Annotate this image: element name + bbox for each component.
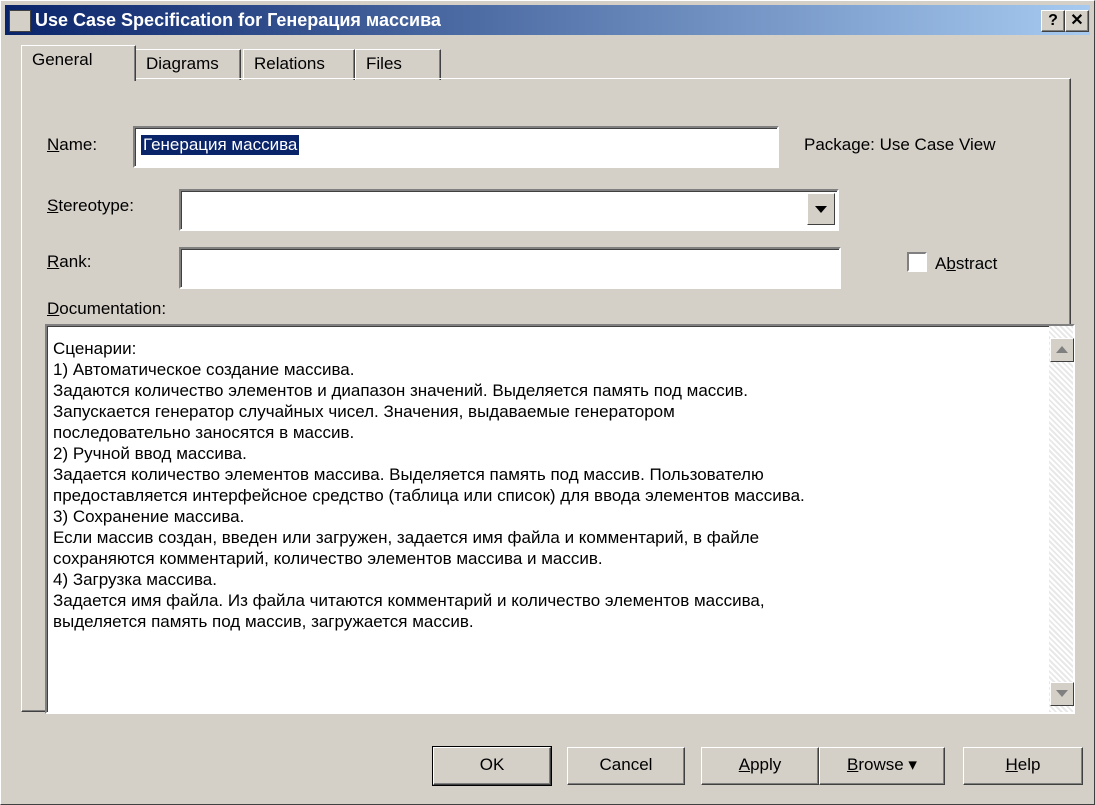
help-title-button[interactable]: ?	[1041, 10, 1065, 32]
name-label: Name:	[47, 135, 98, 154]
documentation-scrollbar[interactable]	[1049, 326, 1074, 712]
abstract-label[interactable]: Abstract	[935, 254, 997, 274]
stereotype-select[interactable]	[179, 189, 839, 231]
documentation-textarea[interactable]: Сценарии: 1) Автоматическое создание мас…	[45, 324, 1075, 714]
apply-button[interactable]: Apply	[701, 747, 819, 785]
tab-diagrams[interactable]: Diagrams	[135, 49, 241, 80]
window-title: Use Case Specification for Генерация мас…	[35, 10, 441, 30]
help-button[interactable]: Help	[963, 747, 1083, 785]
name-input[interactable]: Генерация массива	[133, 126, 779, 168]
rose-app-icon	[9, 10, 31, 32]
name-value: Генерация массива	[141, 135, 300, 155]
title-bar[interactable]: Use Case Specification for Генерация мас…	[5, 5, 1090, 35]
arrow-down-icon	[1056, 690, 1068, 697]
arrow-up-icon	[1056, 346, 1068, 353]
ok-button[interactable]: OK	[432, 746, 552, 786]
use-case-specification-dialog: Use Case Specification for Генерация мас…	[0, 0, 1095, 805]
scroll-down-button[interactable]	[1050, 682, 1074, 706]
browse-button[interactable]: Browse ▾	[819, 747, 945, 785]
rank-input[interactable]	[179, 247, 841, 289]
documentation-text: Сценарии: 1) Автоматическое создание мас…	[53, 339, 805, 631]
chevron-down-icon	[815, 206, 827, 213]
scroll-up-button[interactable]	[1050, 338, 1074, 362]
stereotype-label: Stereotype:	[47, 196, 134, 215]
stereotype-dropdown-button[interactable]	[807, 193, 835, 225]
close-title-button[interactable]: ✕	[1065, 10, 1089, 32]
cancel-button[interactable]: Cancel	[567, 747, 685, 785]
package-info: Package: Use Case View	[804, 135, 996, 154]
tab-general[interactable]: General	[21, 45, 136, 81]
tab-files[interactable]: Files	[355, 49, 441, 80]
tab-relations[interactable]: Relations	[243, 49, 355, 80]
abstract-checkbox[interactable]	[907, 252, 927, 272]
rank-label: Rank:	[47, 252, 92, 271]
documentation-label: Documentation:	[47, 299, 167, 318]
